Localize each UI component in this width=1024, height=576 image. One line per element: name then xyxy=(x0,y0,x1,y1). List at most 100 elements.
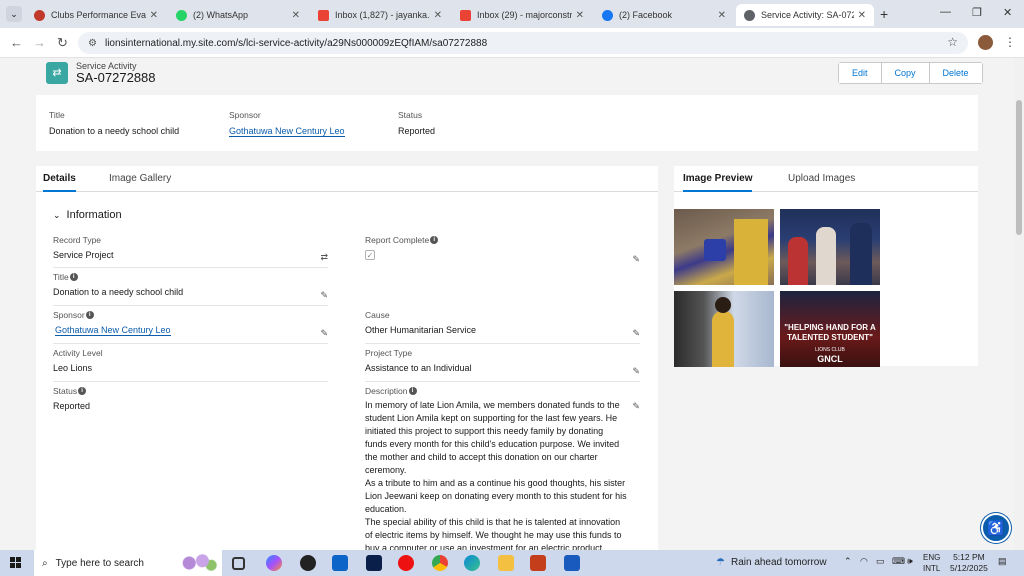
image-thumbnail[interactable] xyxy=(674,291,774,367)
browser-tab-whatsapp[interactable]: (2) WhatsApp ✕ xyxy=(168,4,308,26)
accessibility-icon[interactable]: ♿ xyxy=(981,513,1011,543)
tab-upload-images[interactable]: Upload Images xyxy=(788,173,855,184)
image-tab-bar: Image Preview Upload Images xyxy=(674,166,978,192)
volume-icon[interactable]: 🕪 xyxy=(907,556,913,567)
gmail-favicon-icon xyxy=(318,9,329,21)
notifications-icon[interactable]: ▤ xyxy=(998,556,1007,567)
info-icon[interactable]: i xyxy=(408,387,417,395)
browser-tab-strip: ⌄ Clubs Performance Evaluat ✕ (2) WhatsA… xyxy=(0,0,1024,28)
chrome-icon[interactable] xyxy=(432,555,448,571)
scrollbar-thumb[interactable] xyxy=(1016,100,1022,235)
edit-pencil-icon[interactable]: ✎ xyxy=(632,254,640,265)
group-figure-shape xyxy=(788,237,808,285)
field-sponsor: Sponsor i Gothatuwa New Century Leo ✎ xyxy=(53,310,328,344)
new-tab-plus-icon[interactable]: + xyxy=(880,6,888,22)
file-explorer-icon[interactable] xyxy=(498,555,514,571)
window-close-icon[interactable]: ✕ xyxy=(1003,6,1012,19)
poster-club-text: LIONS CLUB xyxy=(815,347,845,353)
opera-icon[interactable] xyxy=(398,555,414,571)
whatsapp-favicon-icon xyxy=(176,9,187,21)
taskbar-search-field[interactable]: ⌕ Type here to search xyxy=(34,550,222,576)
info-icon[interactable]: i xyxy=(78,387,87,395)
info-icon[interactable]: i xyxy=(430,236,439,244)
battery-icon[interactable]: ▭ xyxy=(876,556,885,567)
edit-button[interactable]: Edit xyxy=(839,63,882,83)
browser-tab-gmail-inbox[interactable]: Inbox (1,827) - jayanka.sa ✕ xyxy=(310,4,450,26)
browser-menu-icon[interactable]: ⋮ xyxy=(1004,35,1016,49)
language-code: ENG xyxy=(923,553,941,562)
edit-pencil-icon[interactable]: ✎ xyxy=(320,290,328,301)
windows-start-icon[interactable] xyxy=(10,557,22,569)
clock-date: 5/12/2025 xyxy=(950,563,988,573)
weather-widget[interactable]: ☂ Rain ahead tomorrow xyxy=(716,557,827,568)
back-arrow-icon[interactable]: ← xyxy=(10,35,23,50)
delete-button[interactable]: Delete xyxy=(929,63,982,83)
image-thumbnail[interactable] xyxy=(674,209,774,285)
close-icon[interactable]: ✕ xyxy=(718,10,726,21)
edit-pencil-icon[interactable]: ✎ xyxy=(632,401,640,412)
photoshop-icon[interactable] xyxy=(366,555,382,571)
field-label: Title xyxy=(53,272,69,282)
close-icon[interactable]: ✕ xyxy=(576,10,584,21)
divider xyxy=(365,381,640,382)
chevron-up-icon[interactable]: ⌃ xyxy=(844,556,852,567)
highlight-status-value: Reported xyxy=(398,126,436,136)
poster-text: "HELPING HAND FOR A TALENTED STUDENT" xyxy=(784,323,876,342)
globe-favicon-icon xyxy=(744,9,755,21)
field-label: Description xyxy=(365,386,408,396)
edge-icon[interactable] xyxy=(464,555,480,571)
copilot-icon[interactable] xyxy=(266,555,282,571)
chevron-down-icon: ⌄ xyxy=(53,210,61,220)
tab-image-gallery[interactable]: Image Gallery xyxy=(109,173,171,184)
close-icon[interactable]: ✕ xyxy=(150,10,158,21)
profile-avatar[interactable] xyxy=(978,35,993,50)
close-icon[interactable]: ✕ xyxy=(292,10,300,21)
info-icon[interactable]: i xyxy=(85,311,94,319)
browser-tab-gmail-inbox-2[interactable]: Inbox (29) - majorconstru ✕ xyxy=(452,4,592,26)
edit-pencil-icon[interactable]: ✎ xyxy=(320,328,328,339)
powerpoint-icon[interactable] xyxy=(530,555,546,571)
close-icon[interactable]: ✕ xyxy=(434,10,442,21)
tab-title: (2) Facebook xyxy=(619,10,673,20)
image-thumbnail-poster[interactable]: "HELPING HAND FOR A TALENTED STUDENT" LI… xyxy=(780,291,880,367)
keyboard-icon[interactable]: ⌨ xyxy=(892,556,905,567)
highlight-sponsor-link[interactable]: Gothatuwa New Century Leo xyxy=(229,126,345,137)
field-label: Activity Level xyxy=(53,348,103,358)
rain-icon: ☂ xyxy=(716,557,725,568)
highlight-sponsor: Sponsor Gothatuwa New Century Leo xyxy=(229,110,345,137)
image-thumbnail[interactable] xyxy=(780,209,880,285)
bookmark-star-icon[interactable]: ☆ xyxy=(947,35,958,49)
search-icon: ⌕ xyxy=(42,557,48,569)
maximize-icon[interactable]: ❐ xyxy=(972,6,982,19)
edit-pencil-icon[interactable]: ✎ xyxy=(632,366,640,377)
browser-tab-service-activity[interactable]: Service Activity: SA-07272 ✕ xyxy=(736,4,874,26)
info-icon[interactable]: i xyxy=(69,273,78,281)
network-icon[interactable]: ◠ xyxy=(860,556,868,567)
copy-button[interactable]: Copy xyxy=(881,63,930,83)
taskbar-clock[interactable]: 5:12 PM 5/12/2025 xyxy=(950,552,988,574)
task-view-icon[interactable] xyxy=(232,557,245,570)
report-complete-checkbox: ✓ xyxy=(365,250,375,260)
gift-bag-shape xyxy=(704,239,726,261)
dell-icon[interactable] xyxy=(300,555,316,571)
close-icon[interactable]: ✕ xyxy=(858,10,866,21)
change-record-type-icon[interactable]: ⇄ xyxy=(320,252,328,263)
browser-tab-clubs-performance[interactable]: Clubs Performance Evaluat ✕ xyxy=(26,4,166,26)
url-field[interactable]: ⚙ lionsinternational.my.site.com/s/lci-s… xyxy=(78,32,968,54)
word-icon[interactable] xyxy=(564,555,580,571)
sponsor-link[interactable]: Gothatuwa New Century Leo xyxy=(55,325,171,336)
forward-arrow-icon[interactable]: → xyxy=(33,35,46,50)
browser-tab-facebook[interactable]: (2) Facebook ✕ xyxy=(594,4,734,26)
outlook-icon[interactable] xyxy=(332,555,348,571)
tab-image-preview[interactable]: Image Preview xyxy=(683,173,753,192)
tab-search-menu-button[interactable]: ⌄ xyxy=(6,6,22,22)
site-info-icon[interactable]: ⚙ xyxy=(88,38,97,49)
field-cause: Cause Other Humanitarian Service ✎ xyxy=(365,310,640,344)
image-preview-card: Image Preview Upload Images "HELPING HAN… xyxy=(674,166,978,367)
reload-icon[interactable]: ↻ xyxy=(57,35,68,51)
tab-details[interactable]: Details xyxy=(43,173,76,192)
edit-pencil-icon[interactable]: ✎ xyxy=(632,328,640,339)
section-information-header[interactable]: ⌄ Information xyxy=(53,209,122,221)
minimize-icon[interactable]: — xyxy=(940,6,951,18)
language-indicator[interactable]: ENG INTL xyxy=(923,552,940,574)
